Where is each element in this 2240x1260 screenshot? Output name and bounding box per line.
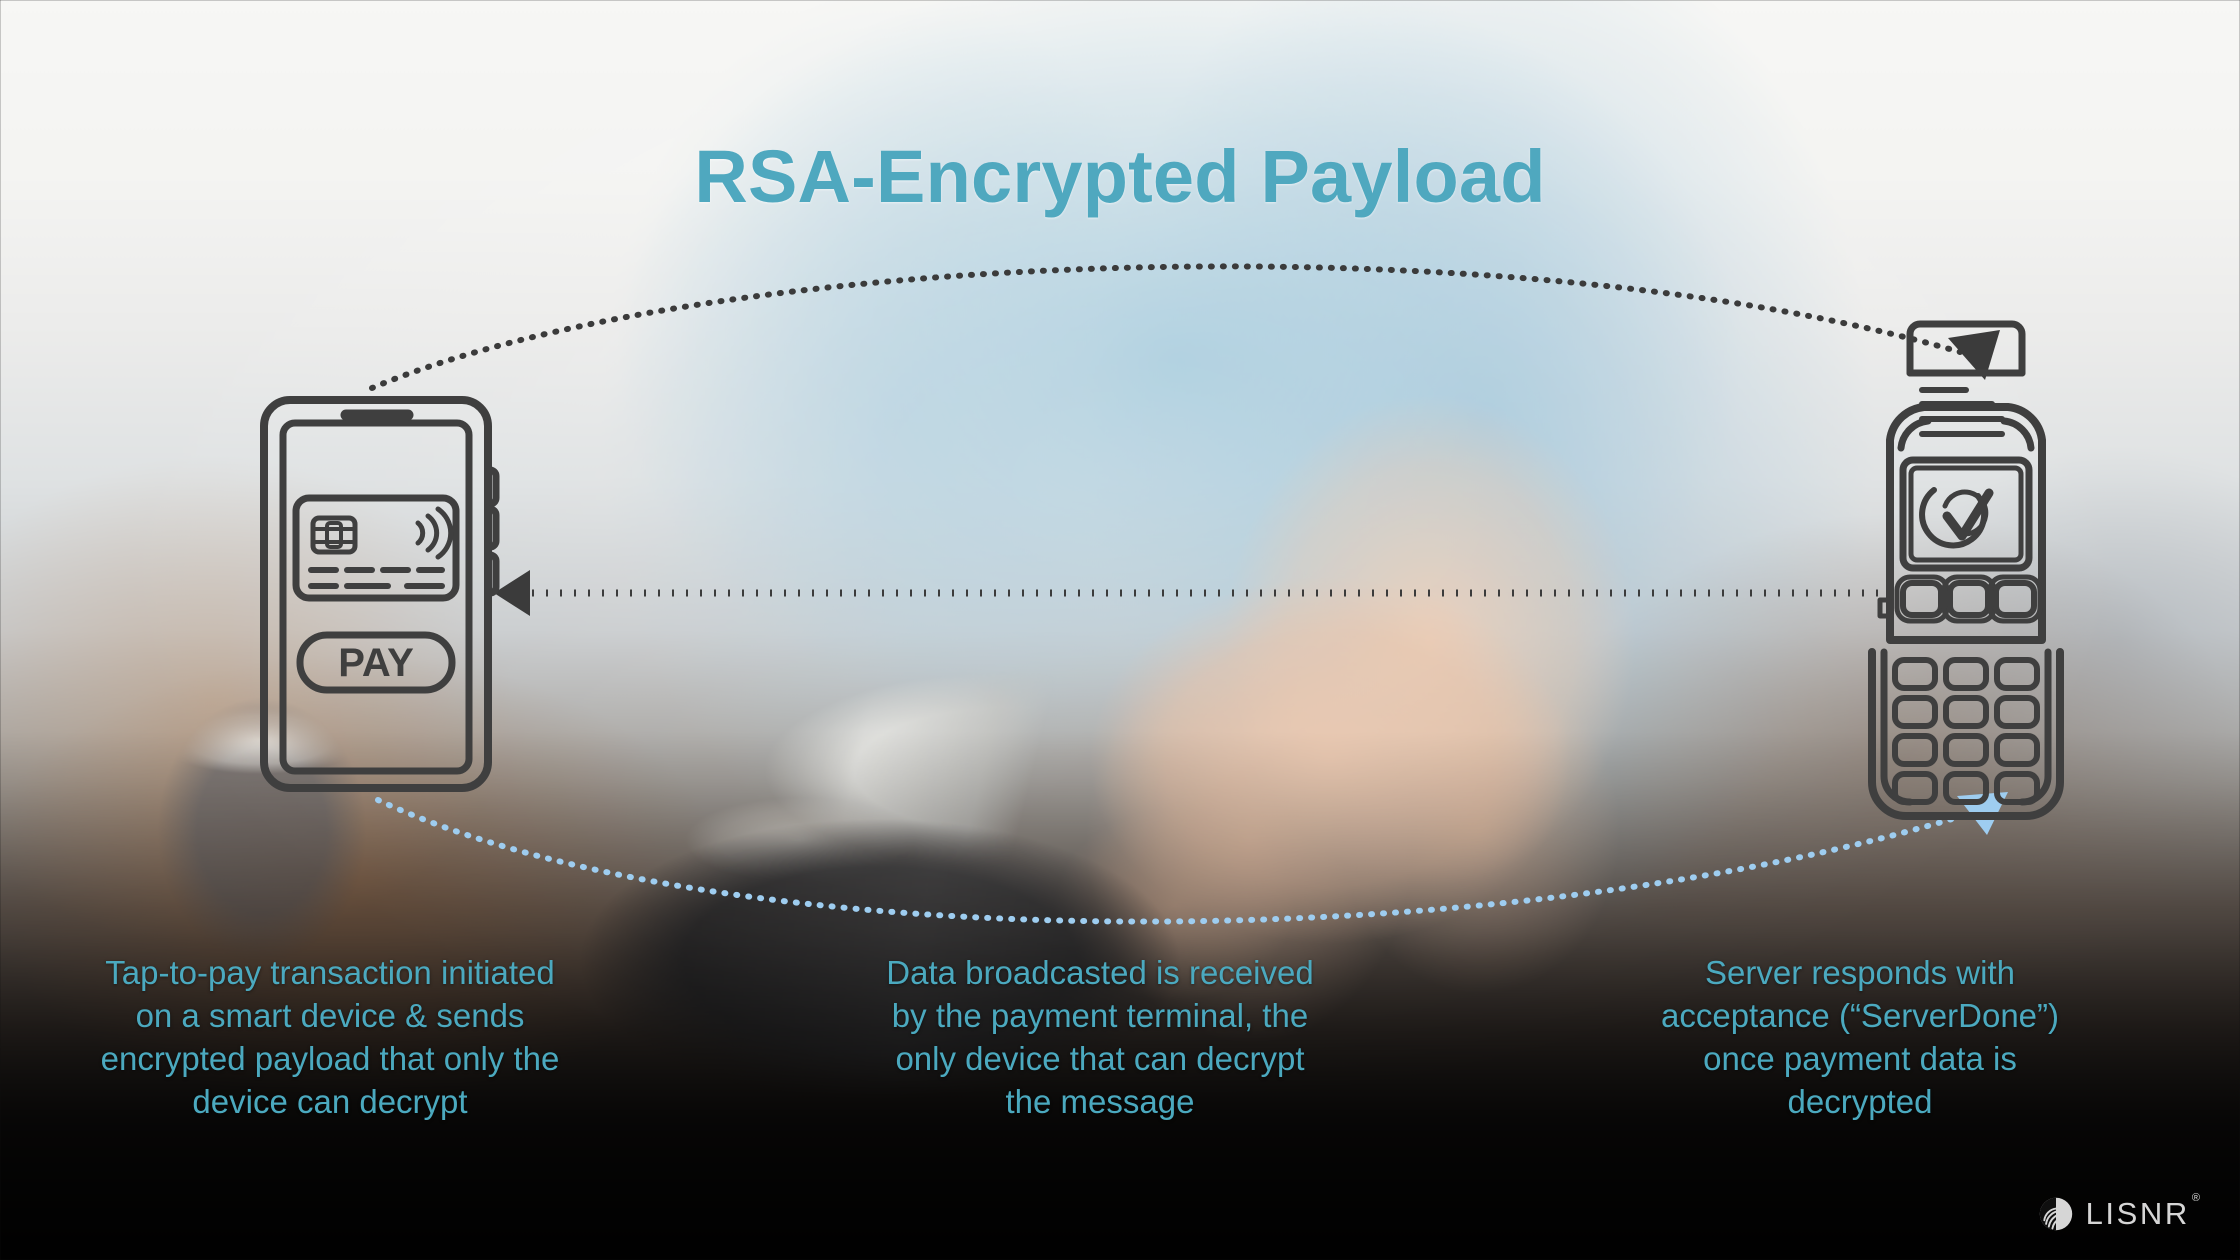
infographic-canvas: RSA-Encrypted Payload PAY Tap-to-pay tra…	[0, 0, 2240, 1260]
lisnr-wordmark-text: LISNR	[2085, 1196, 2190, 1231]
arrow-arc-bottom	[375, 792, 2008, 925]
arrow-line-middle	[494, 570, 1878, 616]
caption-left: Tap-to-pay transaction initiated on a sm…	[100, 954, 560, 1120]
approved-check-icon	[1919, 487, 1994, 549]
arrow-arc-top	[369, 263, 2000, 391]
lisnr-wordmark: LISNR ®	[2085, 1192, 2200, 1232]
trademark-symbol: ®	[2191, 1191, 2200, 1204]
payment-terminal-icon[interactable]	[1868, 320, 2064, 820]
caption-right: Server responds with acceptance (“Server…	[1661, 954, 2059, 1120]
smart-phone-icon[interactable]	[260, 396, 500, 792]
credit-card-icon	[292, 494, 460, 602]
lisnr-soundwave-mark	[2039, 1197, 2072, 1231]
pay-button-label[interactable]: PAY	[338, 641, 414, 685]
lisnr-logo[interactable]: LISNR ®	[2038, 1192, 2200, 1232]
keypad[interactable]	[1892, 657, 2040, 805]
caption-middle: Data broadcasted is received by the paym…	[886, 954, 1314, 1120]
